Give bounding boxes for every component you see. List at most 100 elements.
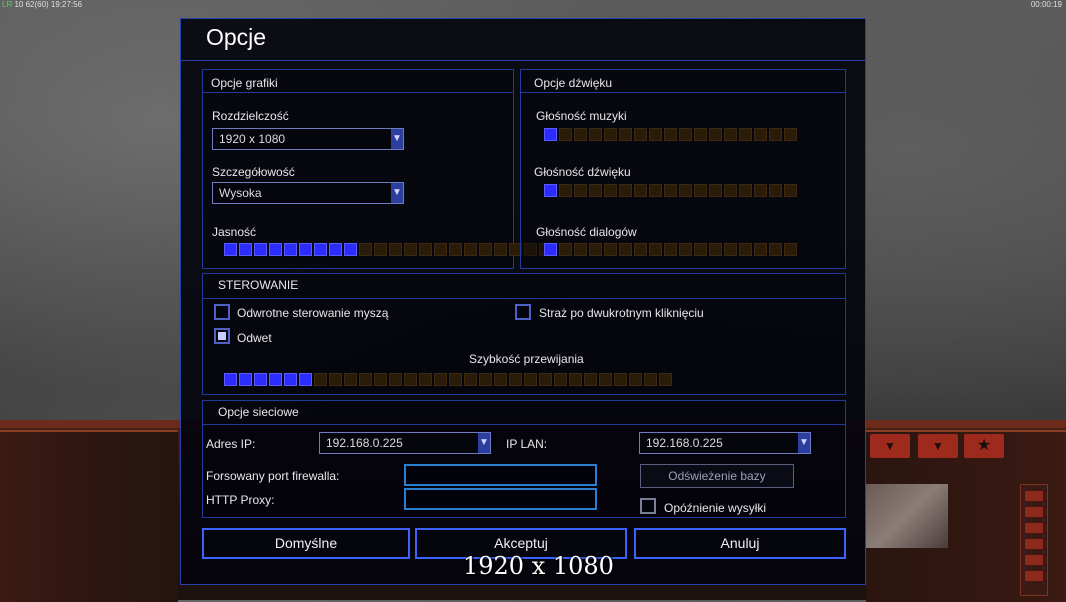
slider-segment[interactable] xyxy=(299,243,312,256)
slider-segment[interactable] xyxy=(614,373,627,386)
slider-segment[interactable] xyxy=(544,184,557,197)
slider-segment[interactable] xyxy=(284,373,297,386)
slider-segment[interactable] xyxy=(754,184,767,197)
send-delay-checkbox[interactable] xyxy=(640,498,656,514)
lan-ip-dropdown[interactable]: 192.168.0.225 ▼ xyxy=(639,432,811,454)
slider-segment[interactable] xyxy=(554,373,567,386)
guard-double-click-checkbox[interactable] xyxy=(515,304,531,320)
slider-segment[interactable] xyxy=(269,373,282,386)
slider-segment[interactable] xyxy=(619,243,632,256)
slider-segment[interactable] xyxy=(649,243,662,256)
slider-segment[interactable] xyxy=(599,373,612,386)
dropdown-arrow-icon[interactable]: ▼ xyxy=(798,433,810,453)
slider-segment[interactable] xyxy=(604,184,617,197)
slider-segment[interactable] xyxy=(419,243,432,256)
http-proxy-input[interactable] xyxy=(404,488,597,510)
firewall-port-input[interactable] xyxy=(404,464,597,486)
slider-segment[interactable] xyxy=(314,373,327,386)
slider-segment[interactable] xyxy=(559,184,572,197)
slider-segment[interactable] xyxy=(389,373,402,386)
slider-segment[interactable] xyxy=(584,373,597,386)
slider-segment[interactable] xyxy=(544,128,557,141)
slider-segment[interactable] xyxy=(664,243,677,256)
slider-segment[interactable] xyxy=(769,184,782,197)
slider-segment[interactable] xyxy=(524,373,537,386)
slider-segment[interactable] xyxy=(559,243,572,256)
slider-segment[interactable] xyxy=(404,243,417,256)
invert-mouse-checkbox[interactable] xyxy=(214,304,230,320)
slider-segment[interactable] xyxy=(694,128,707,141)
slider-segment[interactable] xyxy=(449,373,462,386)
dropdown-arrow-icon[interactable]: ▼ xyxy=(391,129,403,149)
slider-segment[interactable] xyxy=(404,373,417,386)
slider-segment[interactable] xyxy=(709,243,722,256)
scroll-speed-slider[interactable] xyxy=(224,373,672,386)
slider-segment[interactable] xyxy=(664,128,677,141)
slider-segment[interactable] xyxy=(344,373,357,386)
slider-segment[interactable] xyxy=(724,128,737,141)
resolution-dropdown[interactable]: 1920 x 1080 ▼ xyxy=(212,128,404,150)
slider-segment[interactable] xyxy=(374,373,387,386)
slider-segment[interactable] xyxy=(374,243,387,256)
slider-segment[interactable] xyxy=(604,128,617,141)
slider-segment[interactable] xyxy=(709,128,722,141)
slider-segment[interactable] xyxy=(224,373,237,386)
slider-segment[interactable] xyxy=(709,184,722,197)
slider-segment[interactable] xyxy=(419,373,432,386)
slider-segment[interactable] xyxy=(299,373,312,386)
slider-segment[interactable] xyxy=(359,373,372,386)
slider-segment[interactable] xyxy=(754,243,767,256)
slider-segment[interactable] xyxy=(619,184,632,197)
slider-segment[interactable] xyxy=(784,184,797,197)
hud-arrow-down-icon-2[interactable]: ▼ xyxy=(918,434,958,458)
slider-segment[interactable] xyxy=(589,128,602,141)
slider-segment[interactable] xyxy=(589,184,602,197)
slider-segment[interactable] xyxy=(694,184,707,197)
detail-dropdown[interactable]: Wysoka ▼ xyxy=(212,182,404,204)
slider-segment[interactable] xyxy=(494,373,507,386)
slider-segment[interactable] xyxy=(269,243,282,256)
slider-segment[interactable] xyxy=(629,373,642,386)
music-volume-slider[interactable] xyxy=(544,128,797,141)
slider-segment[interactable] xyxy=(694,243,707,256)
slider-segment[interactable] xyxy=(544,243,557,256)
slider-segment[interactable] xyxy=(679,243,692,256)
slider-segment[interactable] xyxy=(784,128,797,141)
dropdown-arrow-icon[interactable]: ▼ xyxy=(478,433,490,453)
slider-segment[interactable] xyxy=(604,243,617,256)
slider-segment[interactable] xyxy=(254,243,267,256)
slider-segment[interactable] xyxy=(724,243,737,256)
slider-segment[interactable] xyxy=(649,128,662,141)
slider-segment[interactable] xyxy=(634,184,647,197)
slider-segment[interactable] xyxy=(649,184,662,197)
slider-segment[interactable] xyxy=(679,128,692,141)
slider-segment[interactable] xyxy=(239,373,252,386)
slider-segment[interactable] xyxy=(329,243,342,256)
retaliation-checkbox[interactable] xyxy=(214,328,230,344)
slider-segment[interactable] xyxy=(559,128,572,141)
slider-segment[interactable] xyxy=(739,128,752,141)
slider-segment[interactable] xyxy=(739,243,752,256)
slider-segment[interactable] xyxy=(644,373,657,386)
slider-segment[interactable] xyxy=(314,243,327,256)
slider-segment[interactable] xyxy=(569,373,582,386)
slider-segment[interactable] xyxy=(589,243,602,256)
cancel-button[interactable]: Anuluj xyxy=(634,528,846,559)
slider-segment[interactable] xyxy=(434,243,447,256)
slider-segment[interactable] xyxy=(494,243,507,256)
slider-segment[interactable] xyxy=(664,184,677,197)
slider-segment[interactable] xyxy=(479,373,492,386)
slider-segment[interactable] xyxy=(739,184,752,197)
slider-segment[interactable] xyxy=(769,128,782,141)
slider-segment[interactable] xyxy=(619,128,632,141)
slider-segment[interactable] xyxy=(479,243,492,256)
brightness-slider[interactable] xyxy=(224,243,552,256)
slider-segment[interactable] xyxy=(539,373,552,386)
slider-segment[interactable] xyxy=(509,373,522,386)
slider-segment[interactable] xyxy=(754,128,767,141)
hud-arrow-down-icon[interactable]: ▼ xyxy=(870,434,910,458)
slider-segment[interactable] xyxy=(284,243,297,256)
slider-segment[interactable] xyxy=(449,243,462,256)
slider-segment[interactable] xyxy=(724,184,737,197)
slider-segment[interactable] xyxy=(574,184,587,197)
